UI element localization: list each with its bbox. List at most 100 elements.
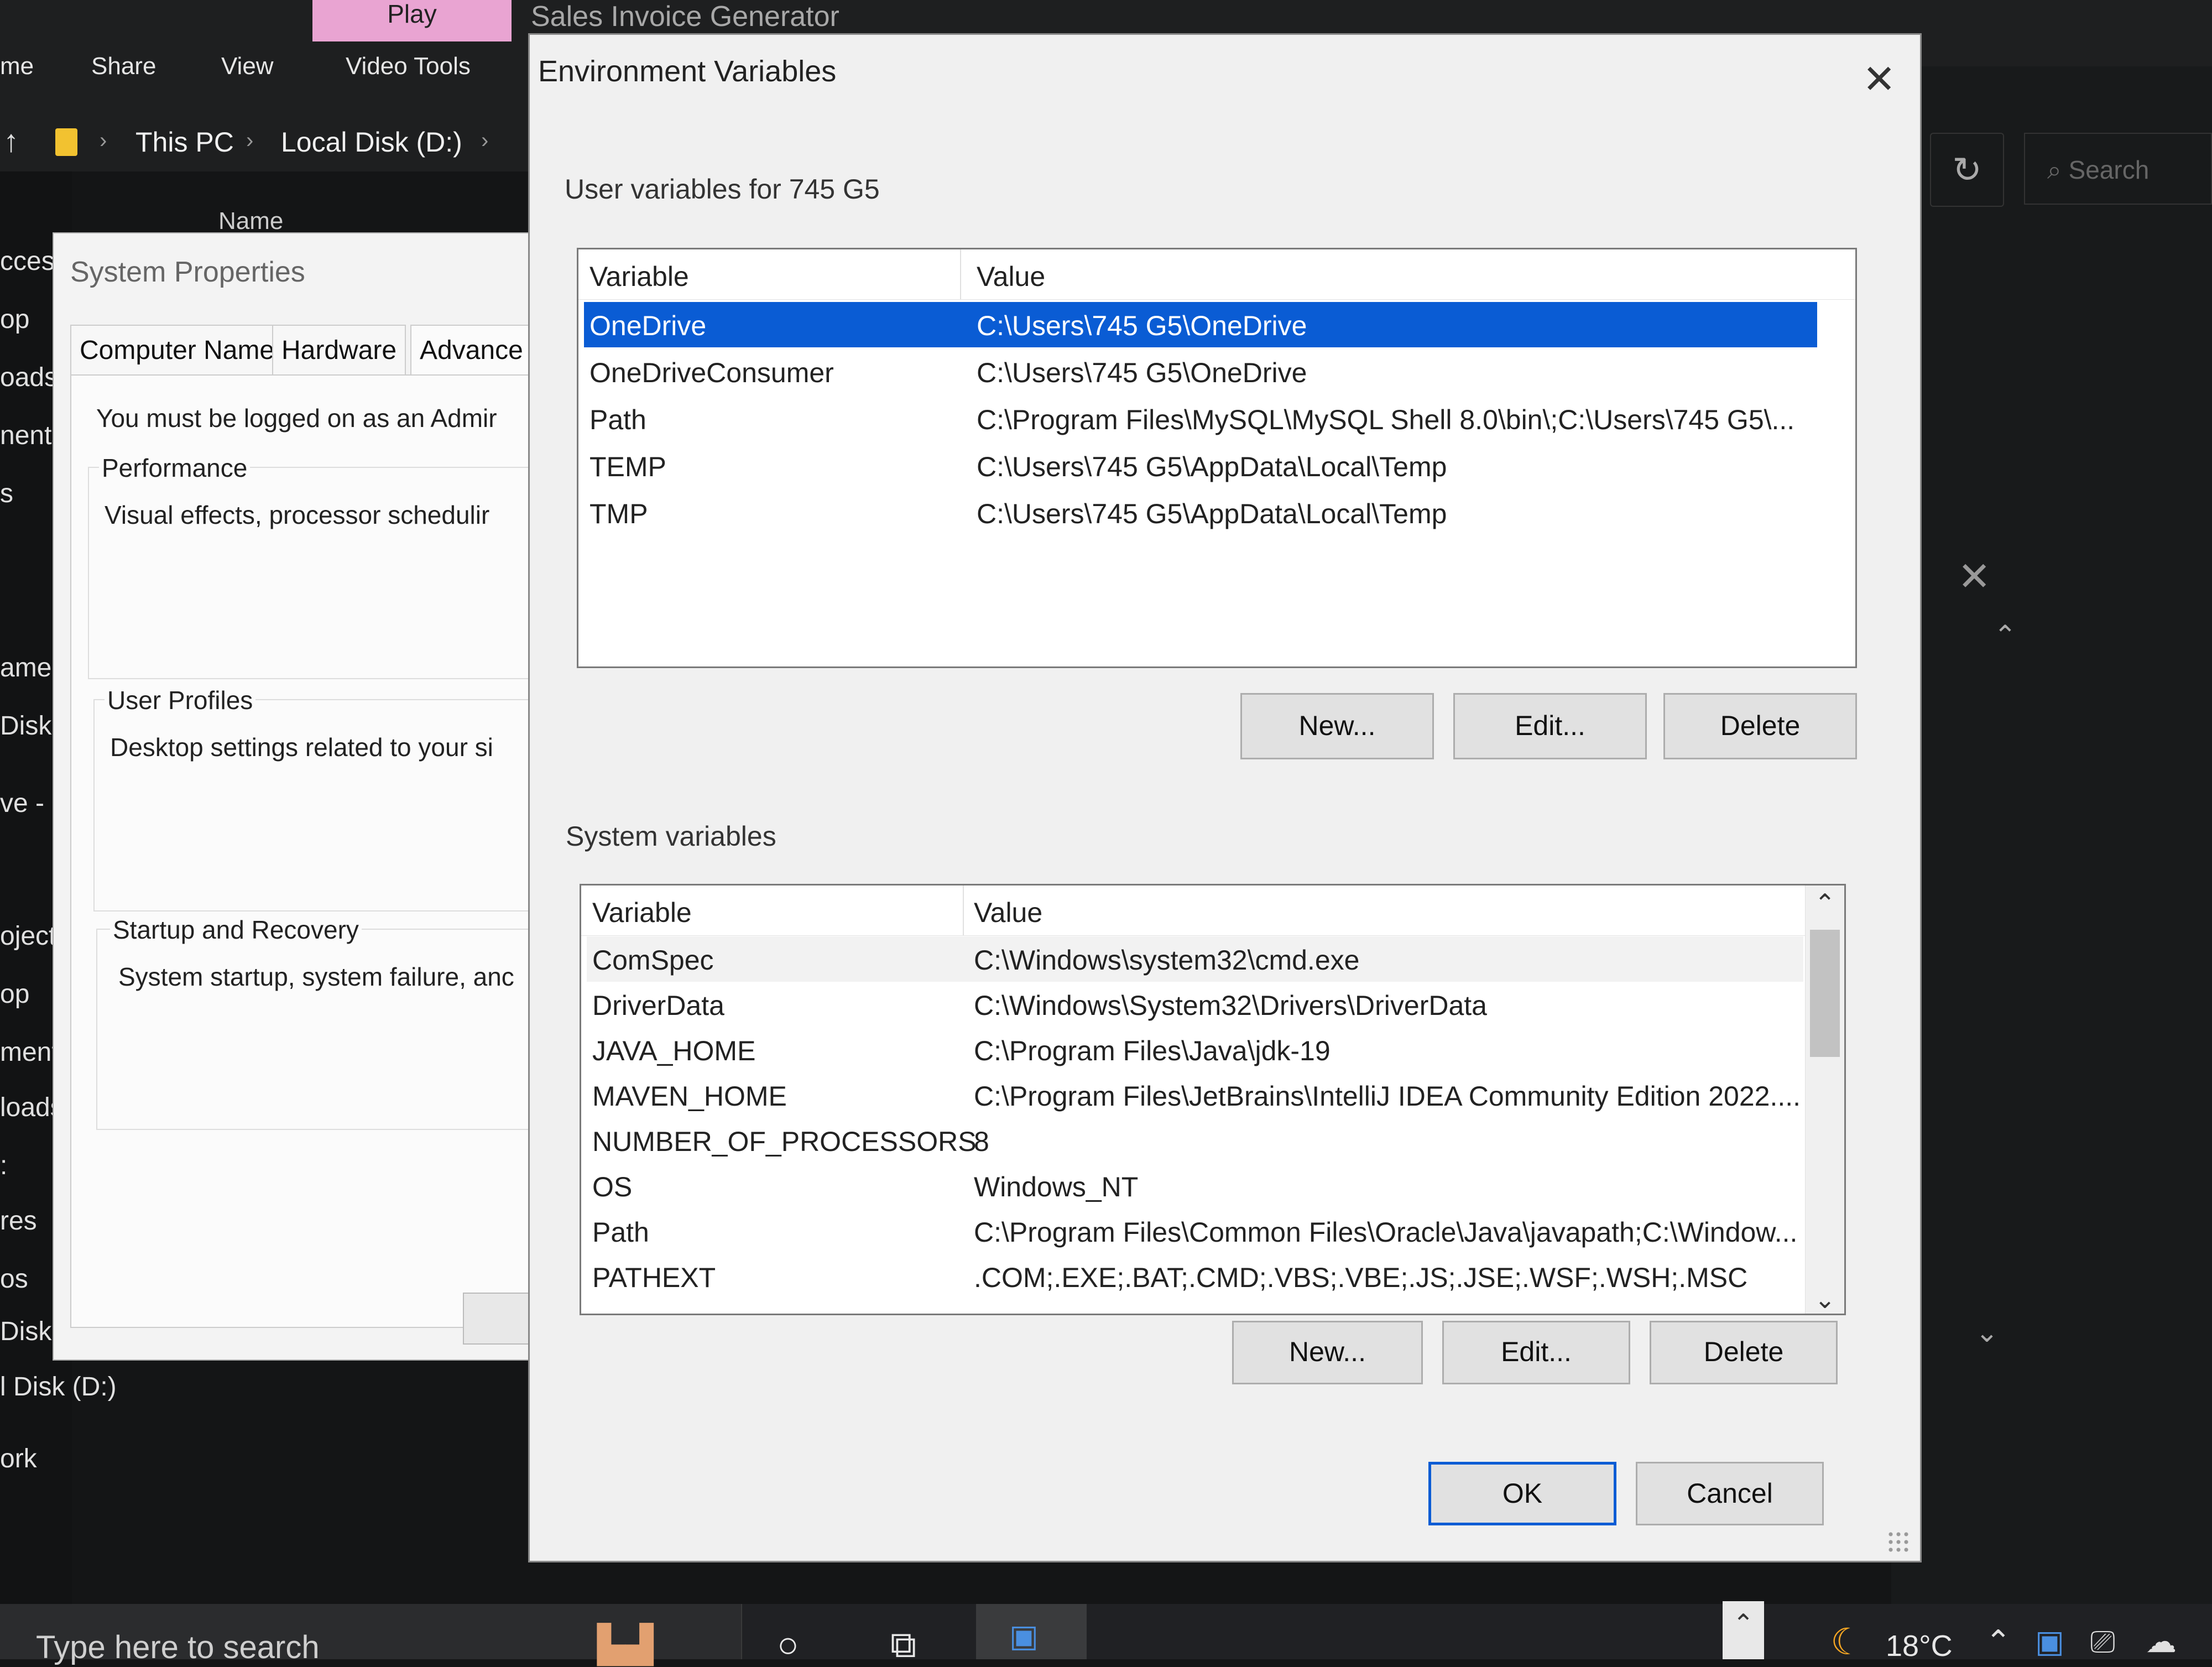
list-row[interactable]: PATHEXT .COM;.EXE;.BAT;.CMD;.VBS;.VBE;.J… (587, 1254, 1803, 1299)
list-row[interactable]: DriverData C:\Windows\System32\Drivers\D… (587, 982, 1803, 1027)
user-variables-label: User variables for 745 G5 (565, 174, 880, 205)
user-variables-list[interactable]: Variable Value OneDrive C:\Users\745 G5\… (577, 248, 1857, 668)
weather-moon-icon[interactable]: ☾ (1830, 1621, 1863, 1663)
column-header-variable[interactable]: Variable (592, 897, 692, 929)
system-new-button[interactable]: New... (1232, 1321, 1423, 1384)
row-value: C:\Users\745 G5\AppData\Local\Temp (977, 498, 1447, 529)
nav-item[interactable]: op (0, 304, 29, 335)
settings-button[interactable] (463, 1293, 533, 1345)
tab-advanced[interactable]: Advance (410, 325, 533, 376)
row-variable: OS (592, 1171, 633, 1202)
performance-group (88, 467, 533, 679)
list-header: Variable Value (581, 885, 1806, 936)
system-variables-label: System variables (566, 821, 776, 852)
refresh-icon[interactable]: ↻ (1930, 133, 2004, 207)
chevron-up-icon[interactable]: ⌃ (1994, 619, 2017, 652)
column-divider[interactable] (963, 885, 964, 935)
nav-item[interactable]: oads (0, 362, 58, 393)
list-row-selected[interactable]: OneDrive C:\Users\745 G5\OneDrive (584, 302, 1817, 347)
tray-app-icon[interactable]: ▣ (2035, 1623, 2064, 1660)
advanced-panel: You must be logged on as an Admir Perfor… (70, 374, 533, 1328)
search-input[interactable]: ⌕ Search (2024, 133, 2212, 205)
ribbon-home-tab[interactable]: me (0, 53, 34, 80)
ok-button[interactable]: OK (1428, 1462, 1616, 1525)
list-row[interactable]: Path C:\Program Files\Common Files\Oracl… (587, 1208, 1803, 1254)
list-row[interactable]: TEMP C:\Users\745 G5\AppData\Local\Temp (584, 443, 1817, 488)
list-header: Variable Value (578, 249, 1855, 300)
system-variables-list[interactable]: Variable Value ComSpec C:\Windows\system… (580, 884, 1846, 1315)
breadcrumb-this-pc[interactable]: This PC (135, 126, 234, 158)
list-row[interactable]: JAVA_HOME C:\Program Files\Java\jdk-19 (587, 1027, 1803, 1072)
nav-item[interactable]: s (0, 478, 13, 509)
cancel-button[interactable]: Cancel (1636, 1462, 1824, 1525)
row-value: C:\Program Files\Java\jdk-19 (974, 1035, 1331, 1066)
list-row[interactable]: OS Windows_NT (587, 1163, 1803, 1208)
chevron-right-icon: › (100, 128, 107, 153)
nav-item[interactable]: : (0, 1150, 7, 1181)
nav-item[interactable]: Disk (0, 1316, 51, 1347)
show-hidden-icons-icon[interactable]: ⌃ (1723, 1601, 1764, 1659)
vertical-scrollbar[interactable]: ⌃ ⌄ (1805, 885, 1844, 1314)
list-row[interactable]: Path C:\Program Files\MySQL\MySQL Shell … (584, 396, 1817, 441)
onedrive-icon[interactable]: ☁ (2146, 1623, 2177, 1660)
row-variable: TMP (589, 498, 648, 529)
row-variable: MAVEN_HOME (592, 1081, 787, 1112)
user-new-button[interactable]: New... (1240, 693, 1434, 759)
list-row[interactable]: ComSpec C:\Windows\system32\cmd.exe (587, 936, 1803, 982)
list-row[interactable]: OneDriveConsumer C:\Users\745 G5\OneDriv… (584, 349, 1817, 394)
scroll-up-icon[interactable]: ⌃ (1806, 888, 1844, 918)
user-delete-button[interactable]: Delete (1663, 693, 1857, 759)
folder-icon (55, 128, 77, 156)
nav-item[interactable]: os (0, 1264, 28, 1294)
tab-computer-name[interactable]: Computer Name (70, 325, 284, 376)
system-delete-button[interactable]: Delete (1650, 1321, 1838, 1384)
nav-item[interactable]: res (0, 1206, 37, 1236)
list-row[interactable]: MAVEN_HOME C:\Program Files\JetBrains\In… (587, 1072, 1803, 1118)
row-value: C:\Windows\System32\Drivers\DriverData (974, 990, 1487, 1021)
search-placeholder: Search (2068, 155, 2150, 184)
user-edit-button[interactable]: Edit... (1453, 693, 1647, 759)
up-arrow-icon[interactable]: ↑ (3, 123, 19, 159)
chevron-down-icon[interactable]: ⌄ (1975, 1316, 1999, 1348)
breadcrumb-local-disk[interactable]: Local Disk (D:) (281, 126, 462, 158)
environment-variables-dialog: Environment Variables ✕ User variables f… (528, 33, 1922, 1562)
list-row[interactable]: NUMBER_OF_PROCESSORS 8 (587, 1118, 1803, 1163)
resize-grip-icon[interactable] (1887, 1530, 1909, 1553)
chevron-right-icon: › (481, 128, 489, 153)
meet-now-icon[interactable]: ⎚ (2090, 1623, 2115, 1660)
row-value: 8 (974, 1126, 989, 1157)
nav-item[interactable]: amer (0, 653, 60, 683)
column-header-name[interactable]: Name (218, 207, 283, 235)
play-tab[interactable]: Play (312, 0, 512, 41)
row-value: C:\Program Files\JetBrains\IntelliJ IDEA… (974, 1081, 1801, 1112)
tab-hardware[interactable]: Hardware (272, 325, 406, 376)
nav-item[interactable]: op (0, 979, 29, 1009)
close-icon[interactable]: ✕ (1958, 553, 1991, 600)
scroll-down-icon[interactable]: ⌄ (1806, 1284, 1844, 1314)
nav-item-network[interactable]: ork (0, 1444, 37, 1474)
chevron-right-icon: › (246, 128, 254, 153)
column-header-value[interactable]: Value (977, 261, 1045, 293)
column-divider[interactable] (960, 249, 961, 299)
nav-item-local-disk[interactable]: l Disk (D:) (0, 1372, 117, 1402)
tray-chevron-icon[interactable]: ⌃ (1985, 1623, 2011, 1660)
column-header-variable[interactable]: Variable (589, 261, 689, 293)
scroll-thumb[interactable] (1810, 930, 1840, 1057)
ribbon-share-tab[interactable]: Share (91, 53, 156, 80)
row-variable: PATHEXT (592, 1262, 716, 1293)
ribbon-video-tools-tab[interactable]: Video Tools (346, 53, 471, 80)
task-view-icon[interactable]: ⧉ (890, 1623, 916, 1667)
system-edit-button[interactable]: Edit... (1442, 1321, 1630, 1384)
column-header-value[interactable]: Value (974, 897, 1042, 929)
taskbar-app-button[interactable]: ▣ (976, 1604, 1087, 1659)
search-highlight-icon[interactable]: ▙▟ (597, 1623, 654, 1666)
ribbon-view-tab[interactable]: View (221, 53, 274, 80)
list-row[interactable]: TMP C:\Users\745 G5\AppData\Local\Temp (584, 490, 1817, 535)
nav-item[interactable]: Disk (0, 711, 51, 741)
row-value: C:\Users\745 G5\OneDrive (977, 310, 1307, 341)
explorer-title: Sales Invoice Generator (531, 1, 839, 33)
row-variable: JAVA_HOME (592, 1035, 756, 1066)
temperature[interactable]: 18°C (1886, 1629, 1953, 1663)
row-variable: NUMBER_OF_PROCESSORS (592, 1126, 977, 1157)
close-icon[interactable]: ✕ (1863, 60, 1896, 100)
